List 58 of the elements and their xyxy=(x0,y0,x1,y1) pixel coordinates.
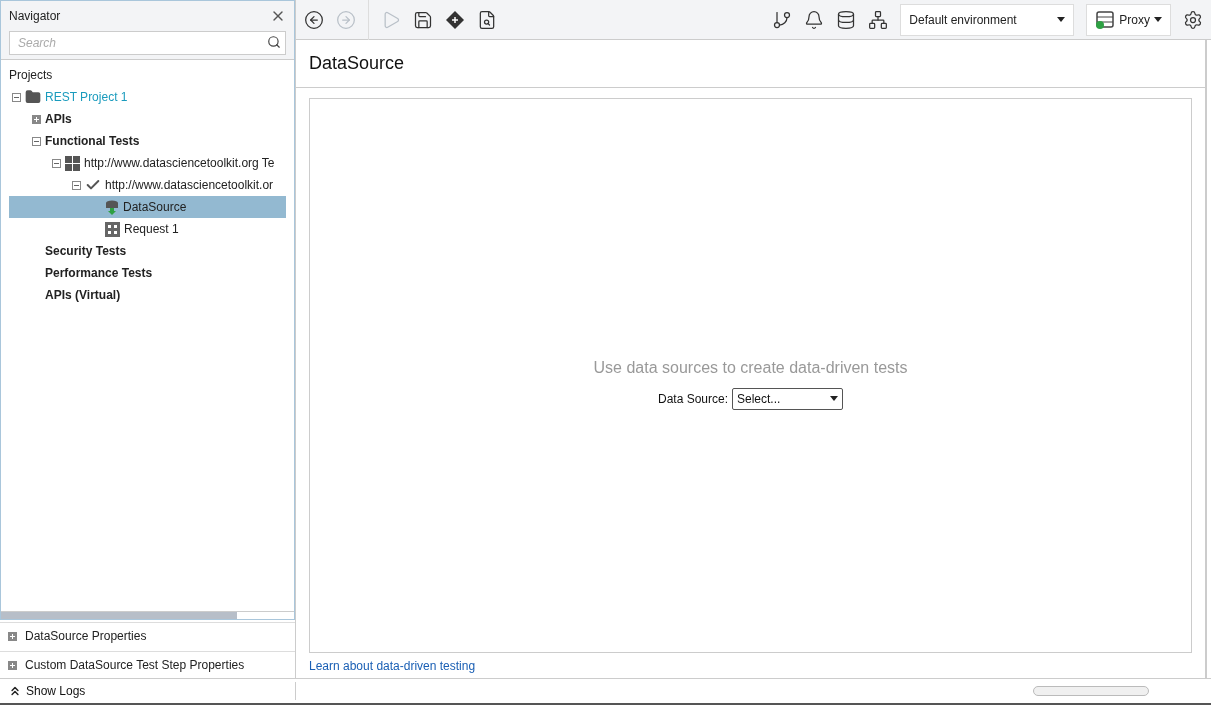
network-icon[interactable] xyxy=(868,9,889,30)
save-icon[interactable] xyxy=(413,9,433,30)
back-icon[interactable] xyxy=(304,9,324,30)
inspect-icon[interactable] xyxy=(477,9,497,30)
field-label: Data Source: xyxy=(657,390,728,408)
collapse-icon[interactable] xyxy=(32,136,41,146)
branch-icon[interactable] xyxy=(772,9,793,30)
diamond-icon[interactable] xyxy=(445,9,465,30)
tree-label: Security Tests xyxy=(45,243,127,260)
section-label: Projects xyxy=(9,67,54,84)
caret-icon xyxy=(830,396,838,401)
bell-icon[interactable] xyxy=(804,9,825,30)
tree-label: REST Project 1 xyxy=(45,89,128,106)
tree-label: http://www.datasciencetoolkit.org Te xyxy=(84,155,275,172)
tree-item[interactable]: Request 1 xyxy=(9,218,286,240)
database-download-icon xyxy=(105,199,119,215)
server-icon xyxy=(1095,10,1116,29)
tree-item[interactable]: Functional Tests xyxy=(9,130,286,152)
tree-label: APIs (Virtual) xyxy=(45,287,121,304)
tree-item[interactable]: APIs xyxy=(9,108,286,130)
tree-label: Performance Tests xyxy=(45,265,153,282)
tree-label: Functional Tests xyxy=(45,133,140,150)
tree-item[interactable]: Security Tests xyxy=(9,240,286,262)
expand-icon[interactable] xyxy=(8,660,17,670)
empty-state-hint: Use data sources to create data-driven tests xyxy=(593,357,908,378)
search-field[interactable]: Search xyxy=(9,31,286,55)
chevrons-up-icon[interactable] xyxy=(8,684,22,698)
tree-item[interactable]: DataSource xyxy=(9,196,286,218)
editor-title: DataSource xyxy=(309,52,405,75)
settings-icon[interactable] xyxy=(1183,9,1203,30)
tree-item[interactable]: http://www.datasciencetoolkit.or xyxy=(9,174,286,196)
panel-title: Navigator xyxy=(9,8,61,25)
data-source-select[interactable]: Select... xyxy=(732,387,843,410)
panel-label: Custom DataSource Test Step Properties xyxy=(25,657,245,674)
tree-label: DataSource xyxy=(123,199,187,216)
tree-label: Request 1 xyxy=(124,221,179,238)
grid-icon xyxy=(65,155,80,171)
tree-label: APIs xyxy=(45,111,72,128)
folder-icon xyxy=(25,89,41,105)
search-icon xyxy=(267,35,281,49)
tree-item[interactable]: APIs (Virtual) xyxy=(9,284,286,306)
tree-item[interactable]: Performance Tests xyxy=(9,262,286,284)
expand-icon[interactable] xyxy=(8,631,17,641)
scrollbar[interactable] xyxy=(1,611,294,619)
show-logs-button[interactable]: Show Logs xyxy=(26,682,86,700)
collapse-icon[interactable] xyxy=(52,158,61,168)
tree-item[interactable]: http://www.datasciencetoolkit.org Te xyxy=(9,152,286,174)
proxy-button[interactable]: Proxy xyxy=(1086,3,1171,36)
caret-icon xyxy=(1057,17,1066,22)
database-icon[interactable] xyxy=(836,9,857,30)
tree-label: http://www.datasciencetoolkit.or xyxy=(105,177,274,194)
collapse-icon[interactable] xyxy=(72,180,81,190)
caret-icon xyxy=(1154,17,1162,22)
expand-icon[interactable] xyxy=(32,114,41,124)
help-link[interactable]: Learn about data-driven testing xyxy=(309,656,476,675)
panel-label: DataSource Properties xyxy=(25,628,147,645)
collapse-icon[interactable] xyxy=(12,92,21,102)
environment-dropdown[interactable]: Default environment xyxy=(900,3,1075,36)
